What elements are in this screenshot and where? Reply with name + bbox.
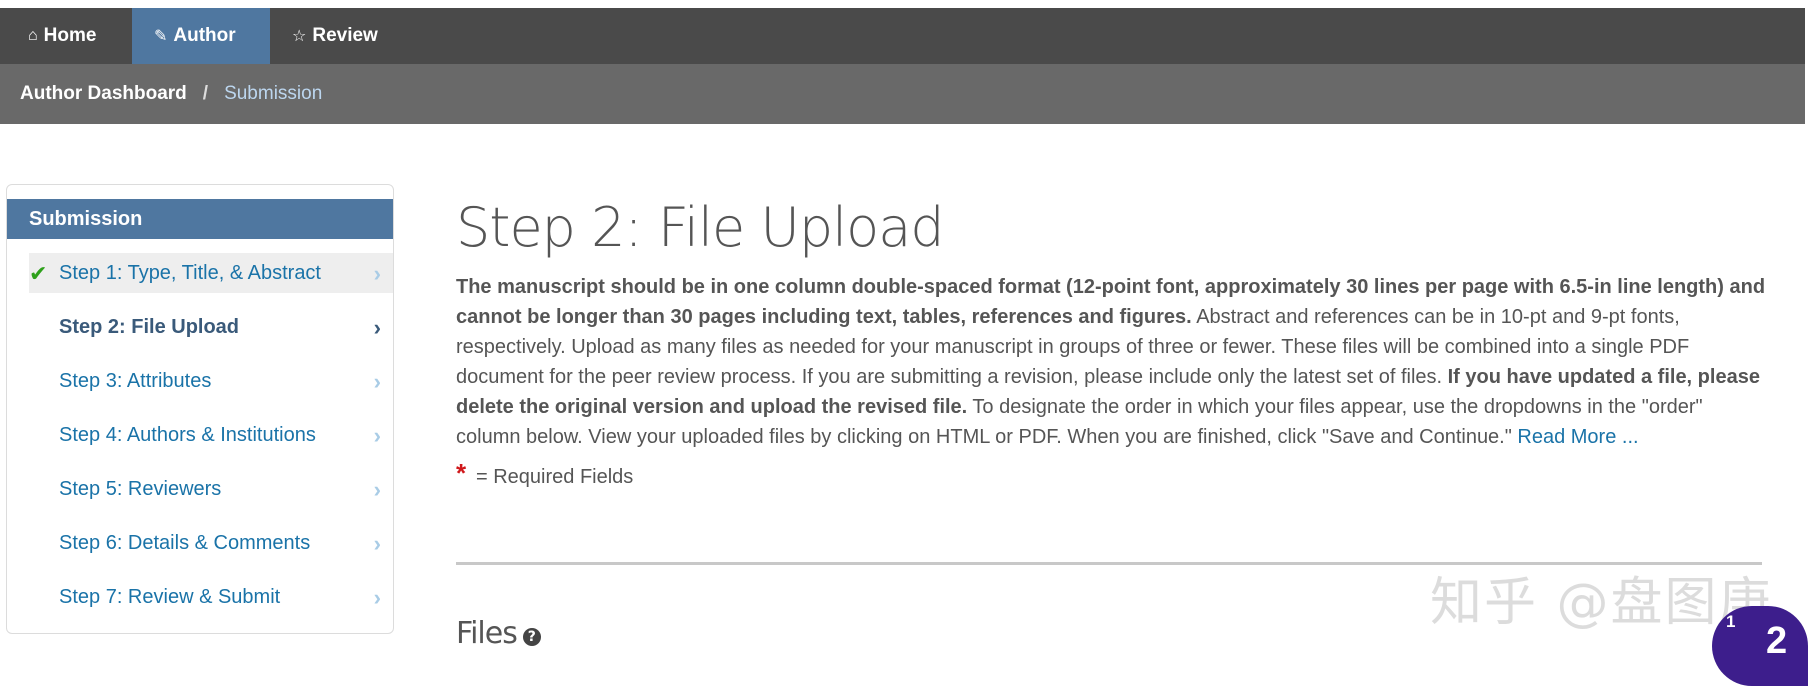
chevron-right-icon: ›	[373, 261, 381, 286]
tab-home-label: Home	[43, 25, 97, 46]
tab-home[interactable]: ⌂ Home	[0, 8, 114, 64]
required-fields-note: * = Required Fields	[456, 458, 1766, 489]
checkmark-icon: ✔	[29, 261, 48, 286]
instructions-text: The manuscript should be in one column d…	[456, 272, 1766, 452]
sidebar-step-label: Step 7: Review & Submit	[59, 585, 281, 608]
sidebar-step-label: Step 5: Reviewers	[59, 477, 222, 500]
sidebar-step-4[interactable]: Step 4: Authors & Institutions ›	[29, 415, 393, 455]
sidebar-step-label: Step 2: File Upload	[59, 315, 240, 338]
sidebar-step-3[interactable]: Step 3: Attributes ›	[29, 361, 393, 401]
tab-author[interactable]: ✎ Author	[132, 8, 270, 64]
sidebar-step-6[interactable]: Step 6: Details & Comments ›	[29, 523, 393, 563]
page-title: Step 2: File Upload	[456, 196, 945, 259]
chevron-right-icon: ›	[373, 369, 381, 394]
breadcrumb-author-dashboard[interactable]: Author Dashboard	[20, 83, 187, 105]
read-more-link[interactable]: Read More ...	[1517, 426, 1638, 448]
chevron-right-icon: ›	[373, 423, 381, 448]
sidebar-step-5[interactable]: Step 5: Reviewers ›	[29, 469, 393, 509]
pencil-icon: ✎	[154, 28, 168, 45]
sidebar-step-label: Step 4: Authors & Institutions	[59, 423, 316, 446]
top-nav-bar: ⌂ Home ✎ Author ☆ Review	[0, 8, 1805, 64]
files-heading: Files ?	[456, 616, 541, 651]
tab-review[interactable]: ☆ Review	[270, 8, 410, 64]
help-chat-button[interactable]: 1 2	[1712, 606, 1808, 686]
submission-sidebar: Submission ✔ Step 1: Type, Title, & Abst…	[6, 184, 394, 634]
chevron-right-icon: ›	[373, 585, 381, 610]
home-icon: ⌂	[28, 27, 38, 44]
chat-count-badge: 1	[1726, 612, 1736, 631]
breadcrumb: Author Dashboard / Submission	[0, 64, 1805, 124]
breadcrumb-current: Submission	[224, 83, 323, 104]
sidebar-step-2[interactable]: Step 2: File Upload ›	[29, 307, 393, 347]
tab-review-label: Review	[312, 25, 378, 46]
sidebar-step-7[interactable]: Step 7: Review & Submit ›	[29, 577, 393, 617]
chevron-right-icon: ›	[373, 315, 381, 340]
sidebar-step-label: Step 3: Attributes	[59, 369, 212, 392]
files-heading-label: Files	[456, 616, 518, 651]
main-content: Step 2: File Upload The manuscript shoul…	[456, 190, 1766, 651]
sidebar-title: Submission	[7, 199, 393, 239]
required-fields-label: = Required Fields	[476, 466, 634, 488]
chat-icon: 2	[1766, 620, 1788, 662]
comment-icon: ☆	[292, 28, 307, 45]
breadcrumb-separator: /	[202, 83, 209, 104]
required-star-icon: *	[456, 458, 467, 488]
chevron-right-icon: ›	[373, 477, 381, 502]
sidebar-step-label: Step 1: Type, Title, & Abstract	[59, 261, 321, 284]
sidebar-step-1[interactable]: ✔ Step 1: Type, Title, & Abstract ›	[29, 253, 393, 293]
chevron-right-icon: ›	[373, 531, 381, 556]
tab-author-label: Author	[173, 25, 236, 46]
sidebar-step-label: Step 6: Details & Comments	[59, 531, 311, 554]
help-icon[interactable]: ?	[522, 627, 541, 646]
